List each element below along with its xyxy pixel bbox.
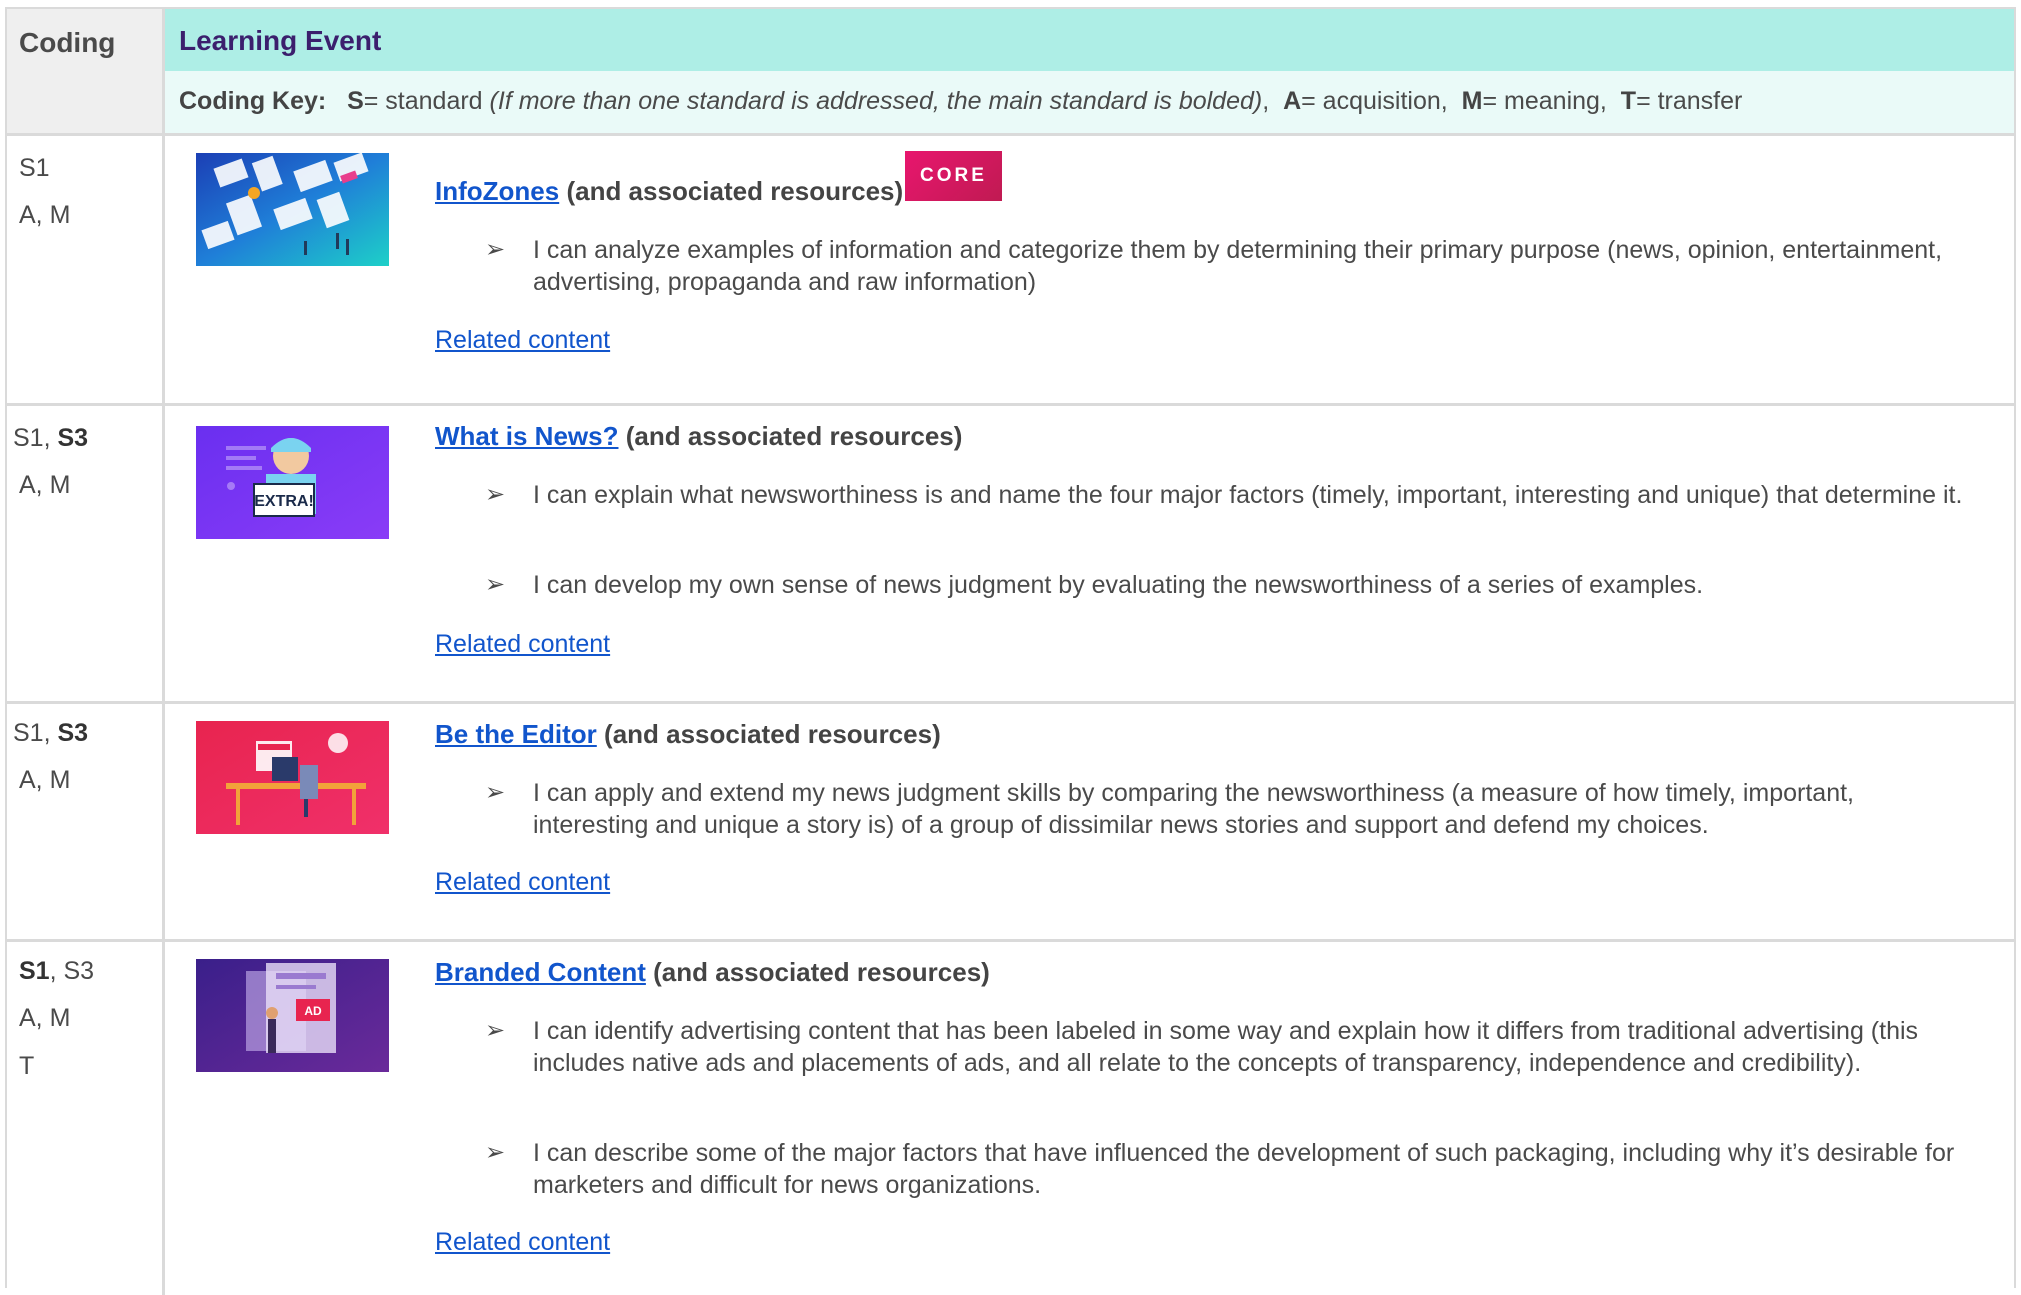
- related-content-link[interactable]: Related content: [435, 868, 610, 897]
- event-title-suffix: (and associated resources): [604, 719, 941, 749]
- infozones-thumbnail[interactable]: [196, 153, 389, 266]
- key-a-text: = acquisition,: [1301, 87, 1448, 115]
- event-title-suffix: (and associated resources): [625, 421, 963, 451]
- table-row: S1, S3 A, M Be the Editor (and associate…: [5, 701, 2016, 939]
- learning-objective: ➢ I can analyze examples of information …: [485, 236, 1943, 296]
- arrow-bullet-icon: ➢: [485, 481, 506, 508]
- arrow-bullet-icon: ➢: [485, 779, 506, 806]
- coding-key-text: Coding Key: S= standard (If more than on…: [179, 87, 1743, 115]
- key-m-text: = meaning,: [1482, 87, 1607, 115]
- table-header: Coding Learning Event Coding Key: S= sta…: [5, 7, 2016, 133]
- branded-ad-image: AD: [196, 959, 389, 1072]
- coding-key-prefix: Coding Key:: [179, 87, 327, 115]
- what-is-news-link[interactable]: What is News?: [435, 421, 618, 451]
- event-title-suffix: (and associated resources): [566, 176, 904, 206]
- table-row: S1, S3 A, M EXTRA! What is News? (and as…: [5, 403, 2016, 701]
- learning-objective: ➢ I can identify advertising content tha…: [485, 1017, 1919, 1077]
- acquisition-meaning-code: A, M: [19, 766, 71, 794]
- learning-objective: ➢ I can develop my own sense of news jud…: [485, 571, 1704, 599]
- infozones-link[interactable]: InfoZones: [435, 176, 559, 206]
- coding-cell: S1, S3 A, M T: [5, 942, 165, 1295]
- be-the-editor-link[interactable]: Be the Editor: [435, 719, 597, 749]
- arrow-bullet-icon: ➢: [485, 571, 506, 598]
- related-content-link[interactable]: Related content: [435, 630, 610, 659]
- coding-key-row: Coding Key: S= standard (If more than on…: [165, 71, 2014, 133]
- arrow-bullet-icon: ➢: [485, 1017, 506, 1044]
- key-s: S: [347, 87, 364, 115]
- coding-cell: S1, S3 A, M: [5, 406, 165, 701]
- standards-code: S1: [19, 154, 50, 182]
- what-is-news-thumbnail[interactable]: EXTRA!: [196, 426, 389, 539]
- table-row: S1, S3 A, M T AD Branded Content (and as…: [5, 939, 2016, 1295]
- event-title: InfoZones (and associated resources): [435, 176, 903, 207]
- branded-content-link[interactable]: Branded Content: [435, 957, 646, 987]
- standards-code: S1, S3: [19, 957, 95, 985]
- learning-event-header: Learning Event: [165, 9, 2014, 72]
- acquisition-meaning-code: A, M: [19, 1004, 71, 1032]
- key-s-text: = standard: [363, 87, 483, 115]
- acquisition-meaning-code: A, M: [19, 471, 71, 499]
- transfer-code: T: [19, 1052, 35, 1080]
- coding-cell: S1 A, M: [5, 136, 165, 403]
- coding-column-header: Coding: [7, 9, 165, 133]
- arrow-bullet-icon: ➢: [485, 1139, 506, 1166]
- acquisition-meaning-code: A, M: [19, 201, 71, 229]
- key-m: M: [1461, 87, 1483, 115]
- learning-objective: ➢ I can apply and extend my news judgmen…: [485, 779, 1854, 839]
- key-a: A: [1283, 87, 1302, 115]
- learning-objective: ➢ I can explain what newsworthiness is a…: [485, 481, 1963, 509]
- infozones-collage-image: [196, 153, 389, 266]
- svg-text:AD: AD: [304, 1004, 322, 1018]
- key-t: T: [1620, 87, 1637, 115]
- arrow-bullet-icon: ➢: [485, 236, 506, 263]
- standards-code: S1, S3: [13, 719, 89, 747]
- branded-content-thumbnail[interactable]: AD: [196, 959, 389, 1072]
- related-content-link[interactable]: Related content: [435, 1228, 610, 1257]
- table-row: S1 A, M InfoZones (and associated resour…: [5, 133, 2016, 403]
- event-title: Branded Content (and associated resource…: [435, 957, 990, 988]
- standards-code: S1, S3: [13, 424, 89, 452]
- key-note: (If more than one standard is addressed,…: [489, 87, 1263, 115]
- editor-desk-image: [196, 721, 389, 834]
- key-t-text: = transfer: [1636, 87, 1743, 115]
- event-title: Be the Editor (and associated resources): [435, 719, 941, 750]
- core-badge: CORE: [905, 151, 1002, 201]
- learning-event-header-label: Learning Event: [179, 25, 382, 56]
- coding-header-label: Coding: [19, 27, 116, 58]
- svg-text:EXTRA!: EXTRA!: [254, 493, 314, 510]
- event-title-suffix: (and associated resources): [653, 957, 990, 987]
- newsboy-extra-image: EXTRA!: [196, 426, 389, 539]
- coding-cell: S1, S3 A, M: [5, 704, 165, 939]
- learning-objective: ➢ I can describe some of the major facto…: [485, 1139, 1955, 1199]
- event-title: What is News? (and associated resources): [435, 421, 962, 452]
- related-content-link[interactable]: Related content: [435, 326, 610, 355]
- be-the-editor-thumbnail[interactable]: [196, 721, 389, 834]
